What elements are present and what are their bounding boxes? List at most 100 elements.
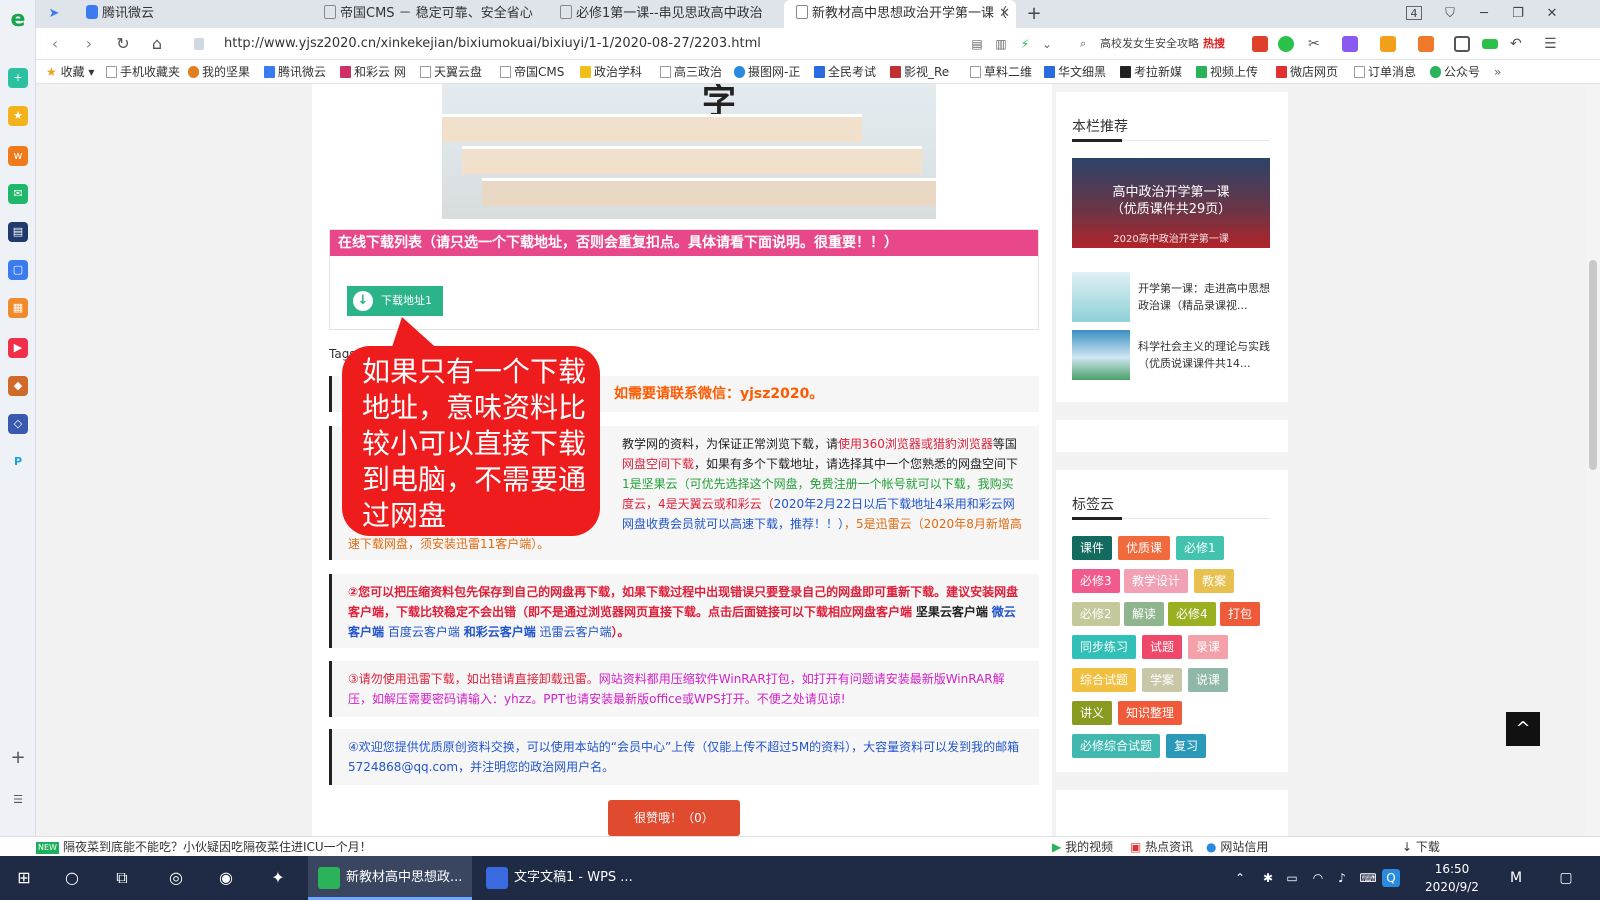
speed-mode-icon[interactable]: ⚡ (1014, 34, 1036, 54)
video-app-icon[interactable]: ▶ (8, 338, 28, 358)
tab-count-badge[interactable]: 4 (1406, 6, 1422, 20)
tag-item[interactable]: 必修2 (1072, 602, 1120, 626)
bookmark-item[interactable]: 帝国CMS (500, 60, 564, 84)
bookmark-item[interactable]: 公众号 (1430, 60, 1480, 84)
new-tab-icon[interactable]: + (1022, 4, 1046, 24)
search-icon[interactable]: ○ (60, 866, 84, 890)
bookmark-item[interactable]: 腾讯微云 (264, 60, 326, 84)
home-icon[interactable]: ⌂ (146, 34, 168, 54)
site-credit-button[interactable]: ● 网站信用 (1206, 837, 1268, 857)
tag-item[interactable]: 必修4 (1168, 602, 1216, 626)
tag-item[interactable]: 必修3 (1072, 569, 1120, 593)
bookmark-item[interactable]: 和彩云 网 (340, 60, 406, 84)
bookmark-item[interactable]: 草料二维 (970, 60, 1032, 84)
download-manager-button[interactable]: ↓ 下载 (1402, 837, 1440, 857)
extension-icon-1[interactable] (1252, 36, 1268, 52)
close-window-icon[interactable]: ✕ (1540, 4, 1564, 24)
skin-icon[interactable]: ⛉ (1438, 4, 1462, 24)
tab-bixiu1[interactable]: 必修1第一课--串见思政高中政治 (548, 0, 780, 28)
tab-weiyun[interactable]: 腾讯微云 (74, 0, 304, 28)
bookmark-item[interactable]: 影视_Re (890, 60, 949, 84)
hecaiyun-client-link[interactable]: 和彩云客户端 (464, 625, 536, 639)
recommend-item[interactable]: 开学第一课：走进高中思想政治课（精品录课视... (1072, 272, 1270, 322)
tab-empirecms[interactable]: 帝国CMS － 稳定可靠、安全省心 (312, 0, 542, 28)
tag-item[interactable]: 录课 (1188, 635, 1229, 659)
game-app-icon[interactable]: ◆ (8, 376, 28, 396)
taskbar-browser-window[interactable]: 新教材高中思想政... (308, 856, 472, 900)
task-view-icon[interactable]: ⧉ (110, 866, 134, 890)
page-scrollbar[interactable] (1586, 84, 1600, 836)
document-app-icon[interactable]: ▢ (8, 260, 28, 280)
tag-item[interactable]: 打包 (1220, 602, 1261, 626)
mail-icon[interactable]: ✉ (8, 184, 28, 204)
tag-item[interactable]: 说课 (1188, 668, 1229, 692)
qq-icon[interactable]: Q (1382, 869, 1400, 887)
weibo-icon[interactable]: w (8, 146, 28, 166)
pay-app-icon[interactable]: P (8, 452, 28, 472)
chevron-down-icon[interactable]: ⌄ (1036, 34, 1058, 54)
tag-item[interactable]: 必修1 (1176, 536, 1224, 560)
system-clock[interactable]: 16:50 2020/9/2 (1412, 860, 1492, 896)
input-method-icon[interactable]: ⌨ (1356, 866, 1380, 890)
tag-item[interactable]: 教案 (1194, 569, 1235, 593)
bookmark-item[interactable]: 摄图网-正 (734, 60, 800, 84)
close-tab-icon[interactable]: ✕ (999, 0, 1010, 28)
download-link-1-button[interactable]: ↓ 下载地址1 (347, 286, 443, 316)
tag-item[interactable]: 优质课 (1118, 536, 1171, 560)
translate-icon[interactable] (1342, 36, 1358, 52)
bookmark-item[interactable]: 考拉新媒 (1120, 60, 1182, 84)
back-icon[interactable]: ‹ (44, 34, 66, 54)
scissors-icon[interactable]: ✂ (1308, 36, 1324, 52)
bookmark-item[interactable]: 视频上传 (1196, 60, 1258, 84)
sidebar-app-icon[interactable]: + (8, 68, 28, 88)
wifi-icon[interactable]: ◠ (1306, 866, 1330, 890)
navigate-icon[interactable]: ➤ (42, 4, 66, 24)
hot-news-button[interactable]: ▣ 热点资讯 (1130, 837, 1193, 857)
tag-item[interactable]: 综合试题 (1072, 668, 1137, 692)
more-bookmarks-button[interactable]: » (1494, 60, 1501, 84)
battery-icon[interactable] (1482, 39, 1498, 49)
shield-icon[interactable] (1380, 36, 1396, 52)
featured-article-card[interactable]: 高中政治开学第一课 （优质课件共29页） 2020高中政治开学第一课 (1072, 158, 1270, 248)
taskbar-wps-window[interactable]: 文字文稿1 - WPS ... (476, 856, 640, 900)
volume-icon[interactable]: ♪ (1330, 866, 1354, 890)
windows-start-icon[interactable]: ⊞ (12, 866, 36, 890)
tag-item[interactable]: 学案 (1142, 668, 1183, 692)
minimize-icon[interactable]: ─ (1472, 4, 1496, 24)
bluetooth-icon[interactable]: ✱ (1256, 866, 1280, 890)
compat-mode-icon[interactable]: ▥ (990, 34, 1012, 54)
bookmark-item[interactable]: 手机收藏夹 (106, 60, 180, 84)
notification-icon[interactable]: ▢ (1554, 866, 1578, 890)
bookmark-item[interactable]: 订单消息 (1354, 60, 1416, 84)
extension-icon-2[interactable] (1278, 36, 1294, 52)
xunlei-client-link[interactable]: 迅雷云客户端 (540, 625, 612, 639)
tag-item[interactable]: 同步练习 (1072, 635, 1137, 659)
tag-item[interactable]: 解读 (1124, 602, 1165, 626)
scrollbar-thumb[interactable] (1589, 260, 1597, 470)
bookmark-item[interactable]: 我的坚果 (188, 60, 250, 84)
game2-app-icon[interactable]: ◇ (8, 414, 28, 434)
like-button[interactable]: 很赞哦！（0） (608, 800, 740, 836)
tag-item[interactable]: 讲义 (1072, 701, 1113, 725)
reader-mode-icon[interactable]: ▤ (966, 34, 988, 54)
undo-icon[interactable]: ↶ (1510, 36, 1526, 52)
maximize-icon[interactable]: ❐ (1506, 4, 1530, 24)
bookmark-item[interactable]: 天翼云盘 (420, 60, 482, 84)
feather-app-icon[interactable]: ✦ (266, 866, 290, 890)
tag-item[interactable]: 复习 (1166, 734, 1207, 758)
tray-chevron-icon[interactable]: ⌃ (1228, 866, 1252, 890)
back-to-top-button[interactable]: ^ (1506, 712, 1540, 746)
battery-icon[interactable]: ▭ (1280, 866, 1304, 890)
news-app-icon[interactable]: ▤ (8, 222, 28, 242)
jianguoyun-client-link[interactable]: 坚果云客户端 (916, 605, 988, 619)
bookmark-item[interactable]: 政治学科 (580, 60, 642, 84)
refresh-icon[interactable]: ↻ (112, 34, 134, 54)
add-app-icon[interactable]: + (8, 748, 28, 768)
ime-m-icon[interactable]: M (1504, 866, 1528, 890)
recommend-item[interactable]: 科学社会主义的理论与实践（优质说课课件共14... (1072, 330, 1270, 380)
sidebar-menu-icon[interactable]: ☰ (8, 790, 28, 810)
tag-item[interactable]: 知识整理 (1118, 701, 1183, 725)
tab-active-article[interactable]: 新教材高中思想政治开学第一课（ ✕ (784, 0, 1016, 28)
app-pinned-icon[interactable]: ◎ (164, 866, 188, 890)
bookmark-item[interactable]: 华文细黑 (1044, 60, 1106, 84)
